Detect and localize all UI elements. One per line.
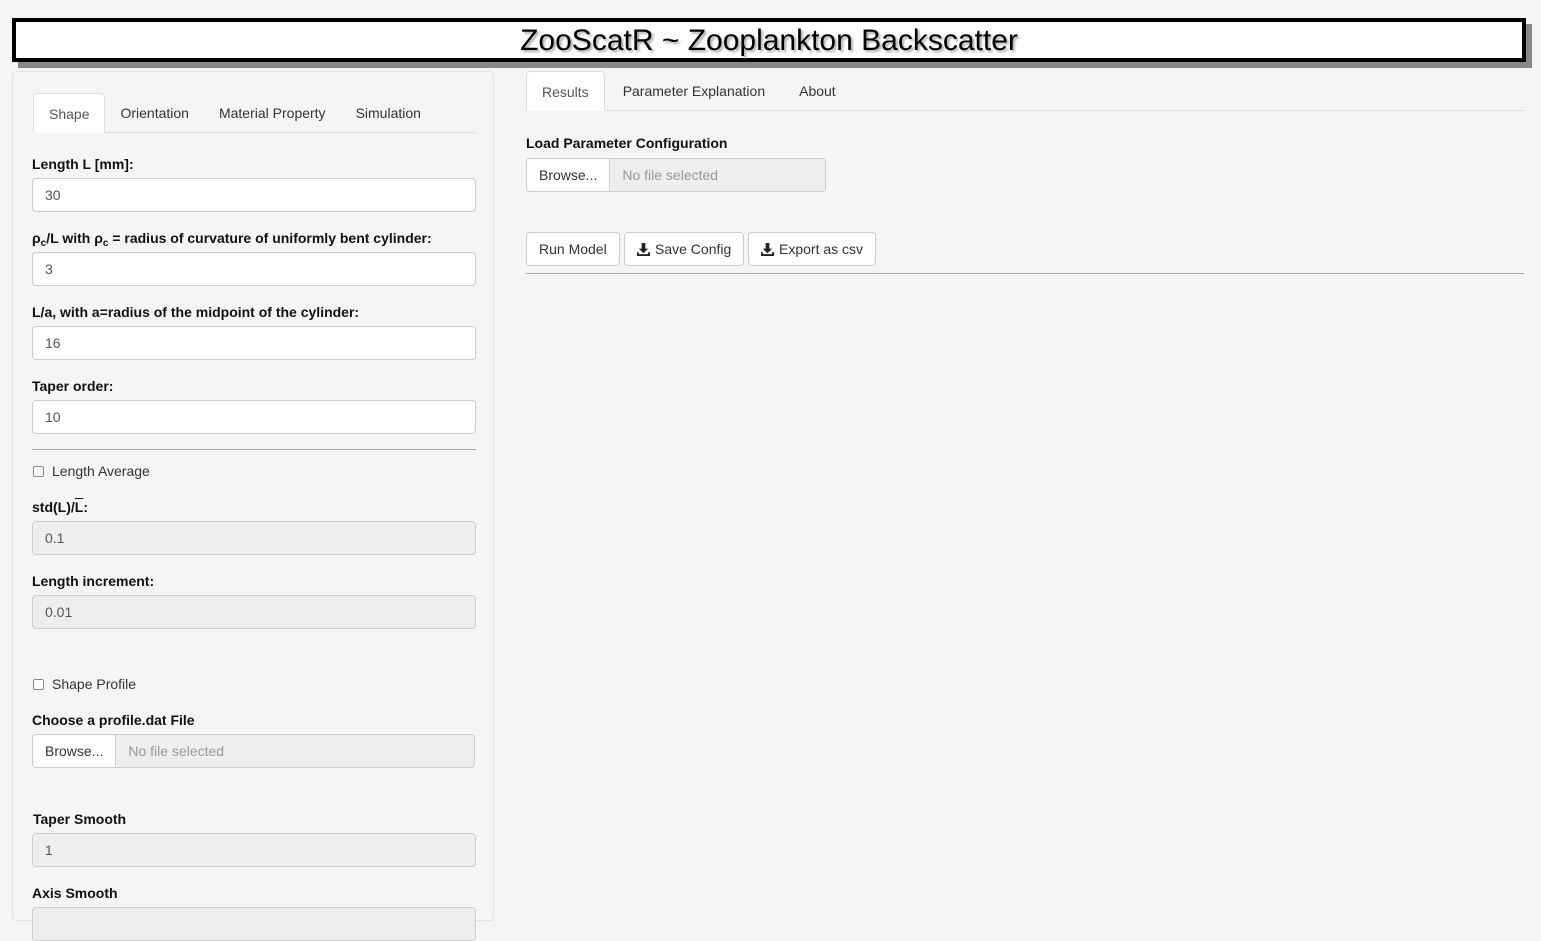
tab-orientation[interactable]: Orientation — [105, 93, 203, 133]
sidebar-panel: Shape Orientation Material Property Simu… — [12, 71, 494, 941]
length-input[interactable]: 30 — [32, 178, 476, 212]
taper-smooth-label: Taper Smooth — [33, 811, 127, 827]
tab-shape[interactable]: Shape — [33, 93, 106, 133]
rho-label-mid: /L with — [46, 230, 95, 246]
config-browse-button[interactable]: Browse... — [526, 158, 611, 192]
save-config-button[interactable]: Save Config — [624, 232, 745, 266]
profile-file-input: Browse... No file selected — [32, 734, 475, 768]
la-label: L/a, with a=radius of the midpoint of th… — [32, 304, 360, 320]
rho-subscript: c — [40, 238, 47, 249]
run-model-button[interactable]: Run Model — [526, 232, 620, 266]
save-config-label: Save Config — [655, 241, 732, 257]
axis-smooth-label: Axis Smooth — [32, 885, 118, 901]
length-increment-label: Length increment: — [32, 573, 155, 589]
profile-file-label: Choose a profile.dat File — [32, 712, 195, 728]
rho-label-end: = radius of curvature of uniformly bent … — [108, 230, 432, 246]
download-icon — [761, 242, 774, 256]
rho-subscript-2: c — [102, 238, 109, 249]
config-file-text: No file selected — [610, 158, 826, 192]
main-tabs: Results Parameter Explanation About — [526, 71, 1524, 111]
taper-smooth-input[interactable]: 1 — [32, 833, 476, 867]
app-title-box: ZooScatR ~ Zooplankton Backscatter — [12, 18, 1526, 62]
sidebar-tabs: Shape Orientation Material Property Simu… — [33, 93, 476, 133]
length-increment-input[interactable]: 0.01 — [32, 595, 476, 629]
tab-about[interactable]: About — [783, 71, 852, 111]
length-average-label: Length Average — [52, 463, 150, 479]
export-csv-label: Export as csv — [779, 241, 864, 257]
std-label: std(L)/L: — [32, 499, 88, 515]
taper-order-label: Taper order: — [32, 378, 114, 394]
rho-label: ρc/L with ρc = radius of curvature of un… — [32, 230, 432, 249]
length-label: Length L [mm]: — [32, 156, 134, 172]
shape-profile-row[interactable]: Shape Profile — [33, 676, 136, 692]
rho-symbol-2: ρ — [94, 230, 103, 246]
tab-results[interactable]: Results — [526, 71, 605, 111]
shape-profile-label: Shape Profile — [52, 676, 137, 692]
std-input[interactable]: 0.1 — [32, 521, 476, 555]
length-average-row[interactable]: Length Average — [33, 463, 150, 479]
divider — [32, 449, 476, 450]
config-file-input: Browse... No file selected — [526, 158, 826, 192]
tab-simulation[interactable]: Simulation — [341, 93, 436, 133]
shape-profile-checkbox[interactable] — [33, 678, 44, 690]
la-input[interactable]: 16 — [32, 326, 476, 360]
rho-input[interactable]: 3 — [32, 252, 476, 286]
taper-order-input[interactable]: 10 — [32, 400, 476, 434]
length-average-checkbox[interactable] — [33, 465, 44, 477]
std-label-start: std(L)/ — [32, 499, 75, 515]
load-config-label: Load Parameter Configuration — [526, 135, 728, 151]
export-csv-button[interactable]: Export as csv — [748, 232, 877, 266]
tab-material-property[interactable]: Material Property — [204, 93, 341, 133]
rho-symbol: ρ — [32, 230, 41, 246]
profile-browse-button[interactable]: Browse... — [32, 734, 117, 768]
axis-smooth-input[interactable] — [32, 907, 476, 941]
download-icon — [637, 242, 650, 256]
results-divider — [526, 273, 1524, 274]
app-title: ZooScatR ~ Zooplankton Backscatter — [520, 24, 1018, 57]
profile-file-text: No file selected — [116, 734, 475, 768]
std-label-end: : — [83, 499, 88, 515]
tab-parameter-explanation[interactable]: Parameter Explanation — [605, 71, 783, 111]
